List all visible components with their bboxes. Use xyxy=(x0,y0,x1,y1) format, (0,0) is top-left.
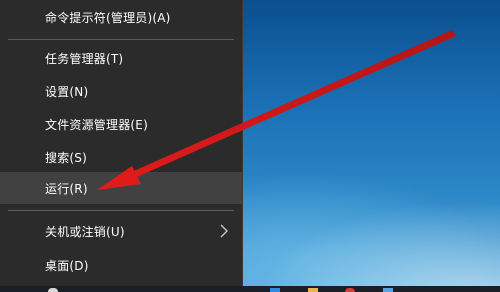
app-icon[interactable] xyxy=(383,288,393,292)
folder-icon[interactable] xyxy=(308,288,318,292)
chevron-right-icon xyxy=(220,224,228,238)
menu-item-task-manager[interactable]: 任务管理器(T) xyxy=(0,43,242,73)
menu-separator xyxy=(8,210,234,211)
menu-item-command-prompt-admin[interactable]: 命令提示符(管理员)(A) xyxy=(0,2,242,32)
menu-item-label: 关机或注销(U) xyxy=(45,224,125,239)
menu-item-label: 搜索(S) xyxy=(45,150,87,165)
menu-item-label: 运行(R) xyxy=(45,181,88,196)
menu-item-file-explorer[interactable]: 文件资源管理器(E) xyxy=(0,109,242,139)
edge-icon[interactable] xyxy=(270,288,280,292)
menu-item-run[interactable]: 运行(R) xyxy=(0,172,242,204)
app-icon[interactable] xyxy=(345,288,355,292)
menu-item-settings[interactable]: 设置(N) xyxy=(0,76,242,106)
menu-item-label: 设置(N) xyxy=(45,84,89,99)
menu-item-shutdown-signout[interactable]: 关机或注销(U) xyxy=(0,216,242,246)
menu-item-label: 任务管理器(T) xyxy=(45,51,124,66)
menu-separator xyxy=(8,39,234,40)
search-icon[interactable] xyxy=(48,288,58,292)
menu-item-desktop[interactable]: 桌面(D) xyxy=(0,250,242,280)
menu-item-label: 文件资源管理器(E) xyxy=(45,117,148,132)
menu-item-search[interactable]: 搜索(S) xyxy=(0,142,242,172)
winx-context-menu: 命令提示符(管理员)(A) 任务管理器(T) 设置(N) 文件资源管理器(E) … xyxy=(0,0,243,286)
menu-item-label: 桌面(D) xyxy=(45,258,89,273)
taskbar[interactable] xyxy=(0,286,500,292)
menu-item-label: 命令提示符(管理员)(A) xyxy=(45,10,171,25)
